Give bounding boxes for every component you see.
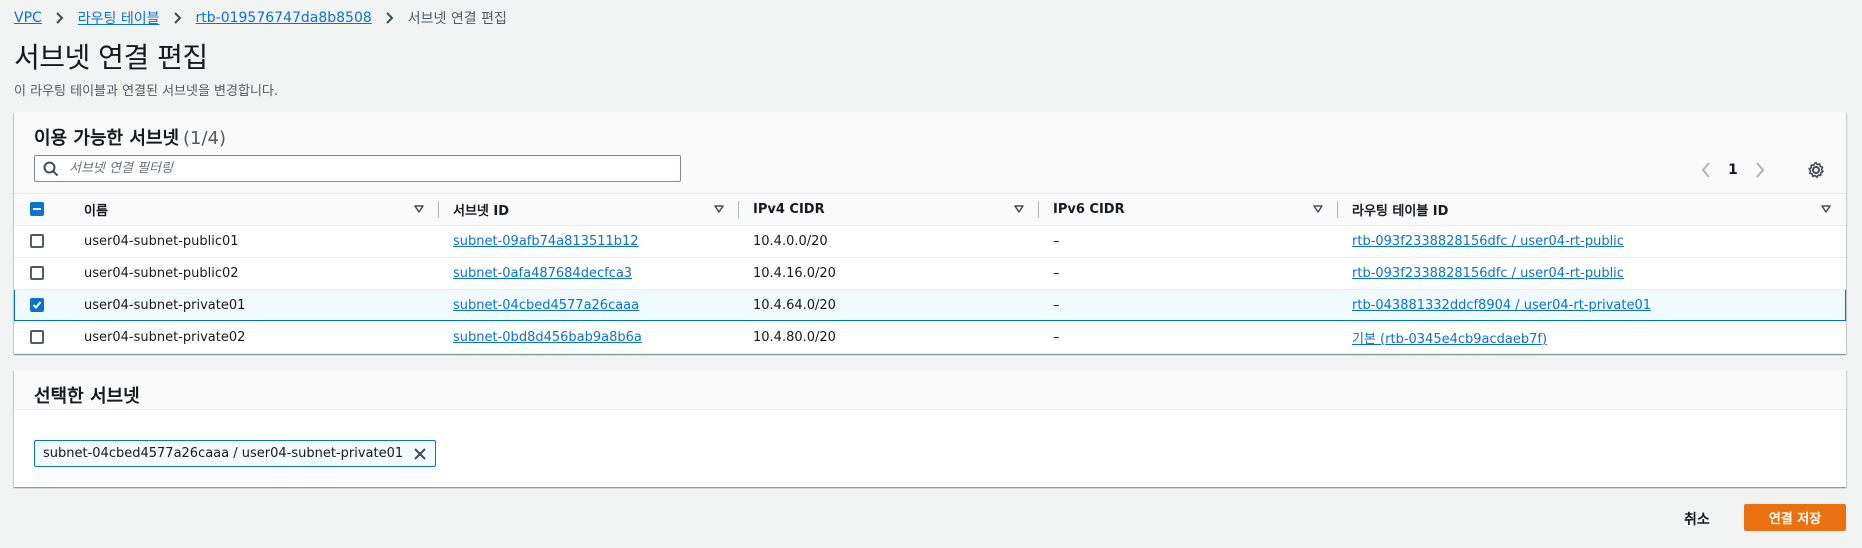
table-preferences-button[interactable] [1804,158,1828,182]
column-header-subnet-id[interactable]: 서브넷 ID [439,194,739,226]
row-checkbox-cell [14,321,84,353]
next-page-button[interactable] [1750,160,1770,180]
subnets-table: 이름 서브넷 ID IPv4 CIDR IPv6 CIDR 라우팅 테이블 ID… [14,194,1846,354]
page-description: 이 라우팅 테이블과 연결된 서브넷을 변경합니다. [14,84,278,99]
table-header-row: 이름 서브넷 ID IPv4 CIDR IPv6 CIDR 라우팅 테이블 ID [14,194,1846,226]
chevron-right-icon [55,12,65,24]
table-row[interactable]: user04-subnet-public01 subnet-09afb74a81… [14,225,1846,257]
route-table-link[interactable]: 기본 (rtb-0345e4cb9acdaeb7f) [1352,332,1547,347]
subnet-name: user04-subnet-public01 [84,233,239,249]
available-subnets-header: 이용 가능한 서브넷(1/4) 1 [14,112,1846,194]
subnet-id-link[interactable]: subnet-04cbed4577a26caaa [453,298,639,313]
column-header-ipv4-label: IPv4 CIDR [753,201,825,217]
check-icon [32,301,42,309]
ipv4-cidr: 10.4.16.0/20 [753,265,836,281]
row-checkbox-cell [14,257,84,289]
subnet-name: user04-subnet-public02 [84,265,239,281]
subnet-name: user04-subnet-private01 [84,297,246,313]
ipv4-cidr: 10.4.80.0/20 [753,329,836,345]
subnet-id-link[interactable]: subnet-09afb74a813511b12 [453,234,639,249]
row-checkbox[interactable] [30,330,44,344]
route-table-link[interactable]: rtb-093f2338828156dfc / user04-rt-public [1352,234,1624,249]
column-header-route-table-label: 라우팅 테이블 ID [1352,203,1449,219]
column-header-name-label: 이름 [84,203,108,219]
column-header-ipv6-label: IPv6 CIDR [1053,201,1125,217]
gear-icon [1808,161,1824,179]
route-table-link[interactable]: rtb-043881332ddcf8904 / user04-rt-privat… [1352,298,1651,313]
table-row-selected[interactable]: user04-subnet-private01 subnet-04cbed457… [14,289,1846,321]
column-header-subnet-id-label: 서브넷 ID [453,203,510,219]
selected-subnet-token-label: subnet-04cbed4577a26caaa / user04-subnet… [43,446,404,461]
subnet-id-cell: subnet-09afb74a813511b12 [439,225,739,257]
selected-subnet-token: subnet-04cbed4577a26caaa / user04-subnet… [34,440,437,467]
subnet-id-cell: subnet-0afa487684decfca3 [439,257,739,289]
previous-page-button[interactable] [1696,160,1716,180]
route-table-link[interactable]: rtb-093f2338828156dfc / user04-rt-public [1352,266,1624,281]
sort-caret-icon [1013,203,1025,215]
column-header-ipv4-cidr[interactable]: IPv4 CIDR [739,194,1039,226]
row-checkbox-checked[interactable] [30,298,44,312]
selection-count: (1/4) [183,128,227,149]
selected-subnets-panel: 선택한 서브넷 subnet-04cbed4577a26caaa / user0… [14,370,1846,487]
available-subnets-title: 이용 가능한 서브넷 [34,128,180,149]
breadcrumb-route-tables-link[interactable]: 라우팅 테이블 [78,8,160,28]
table-row[interactable]: user04-subnet-public02 subnet-0afa487684… [14,257,1846,289]
ipv4-cidr: 10.4.64.0/20 [753,297,836,313]
available-subnets-heading: 이용 가능한 서브넷 (1/4) [34,124,226,150]
header-select-all-cell [14,194,84,226]
current-page-number[interactable]: 1 [1728,162,1738,178]
ipv6-cidr: – [1053,265,1060,281]
available-subnets-panel: 이용 가능한 서브넷(1/4) 1 [14,112,1846,354]
route-table-cell: rtb-043881332ddcf8904 / user04-rt-privat… [1338,289,1846,321]
pagination: 1 [1696,160,1770,180]
sort-caret-icon [1312,203,1324,215]
remove-token-button[interactable] [413,447,427,461]
table-row[interactable]: user04-subnet-private02 subnet-0bd8d456b… [14,321,1846,353]
column-header-ipv6-cidr[interactable]: IPv6 CIDR [1039,194,1338,226]
sort-caret-icon [1820,203,1832,215]
subnet-filter[interactable] [34,155,681,182]
row-checkbox-cell [14,225,84,257]
row-checkbox[interactable] [30,266,44,280]
breadcrumb-current: 서브넷 연결 편집 [407,11,507,27]
chevron-right-icon [1755,162,1765,178]
chevron-left-icon [1701,162,1710,178]
ipv6-cidr: – [1053,297,1060,313]
row-checkbox-cell [14,289,84,321]
close-icon [414,447,426,460]
save-associations-button[interactable]: 연결 저장 [1744,504,1846,531]
subnet-filter-input[interactable] [69,156,680,181]
subnet-id-cell: subnet-04cbed4577a26caaa [439,289,739,321]
subnet-id-link[interactable]: subnet-0bd8d456bab9a8b6a [453,330,642,345]
selected-subnets-header: 선택한 서브넷 [14,370,1846,410]
row-checkbox[interactable] [30,234,44,248]
subnet-name: user04-subnet-private02 [84,329,246,345]
chevron-right-icon [385,12,395,24]
breadcrumb: VPC 라우팅 테이블 rtb-019576747da8b8508 서브넷 연결… [14,8,507,28]
breadcrumb-vpc-link[interactable]: VPC [14,10,42,26]
route-table-cell: rtb-093f2338828156dfc / user04-rt-public [1338,225,1846,257]
sort-caret-icon [713,203,725,215]
sort-caret-icon [413,203,425,215]
chevron-right-icon [173,12,183,24]
route-table-cell: rtb-093f2338828156dfc / user04-rt-public [1338,257,1846,289]
column-header-route-table-id[interactable]: 라우팅 테이블 ID [1338,194,1846,226]
subnet-id-cell: subnet-0bd8d456bab9a8b6a [439,321,739,353]
breadcrumb-route-table-link[interactable]: rtb-019576747da8b8508 [196,10,372,26]
subnet-id-link[interactable]: subnet-0afa487684decfca3 [453,266,632,281]
page-title: 서브넷 연결 편집 [14,41,208,74]
ipv6-cidr: – [1053,233,1060,249]
selected-subnets-heading: 선택한 서브넷 [34,386,140,407]
cancel-button[interactable]: 취소 [1684,505,1710,533]
column-header-name[interactable]: 이름 [84,194,439,226]
route-table-cell: 기본 (rtb-0345e4cb9acdaeb7f) [1338,321,1846,353]
ipv6-cidr: – [1053,329,1060,345]
search-icon [43,161,59,177]
ipv4-cidr: 10.4.0.0/20 [753,233,828,249]
select-all-checkbox[interactable] [30,202,44,217]
